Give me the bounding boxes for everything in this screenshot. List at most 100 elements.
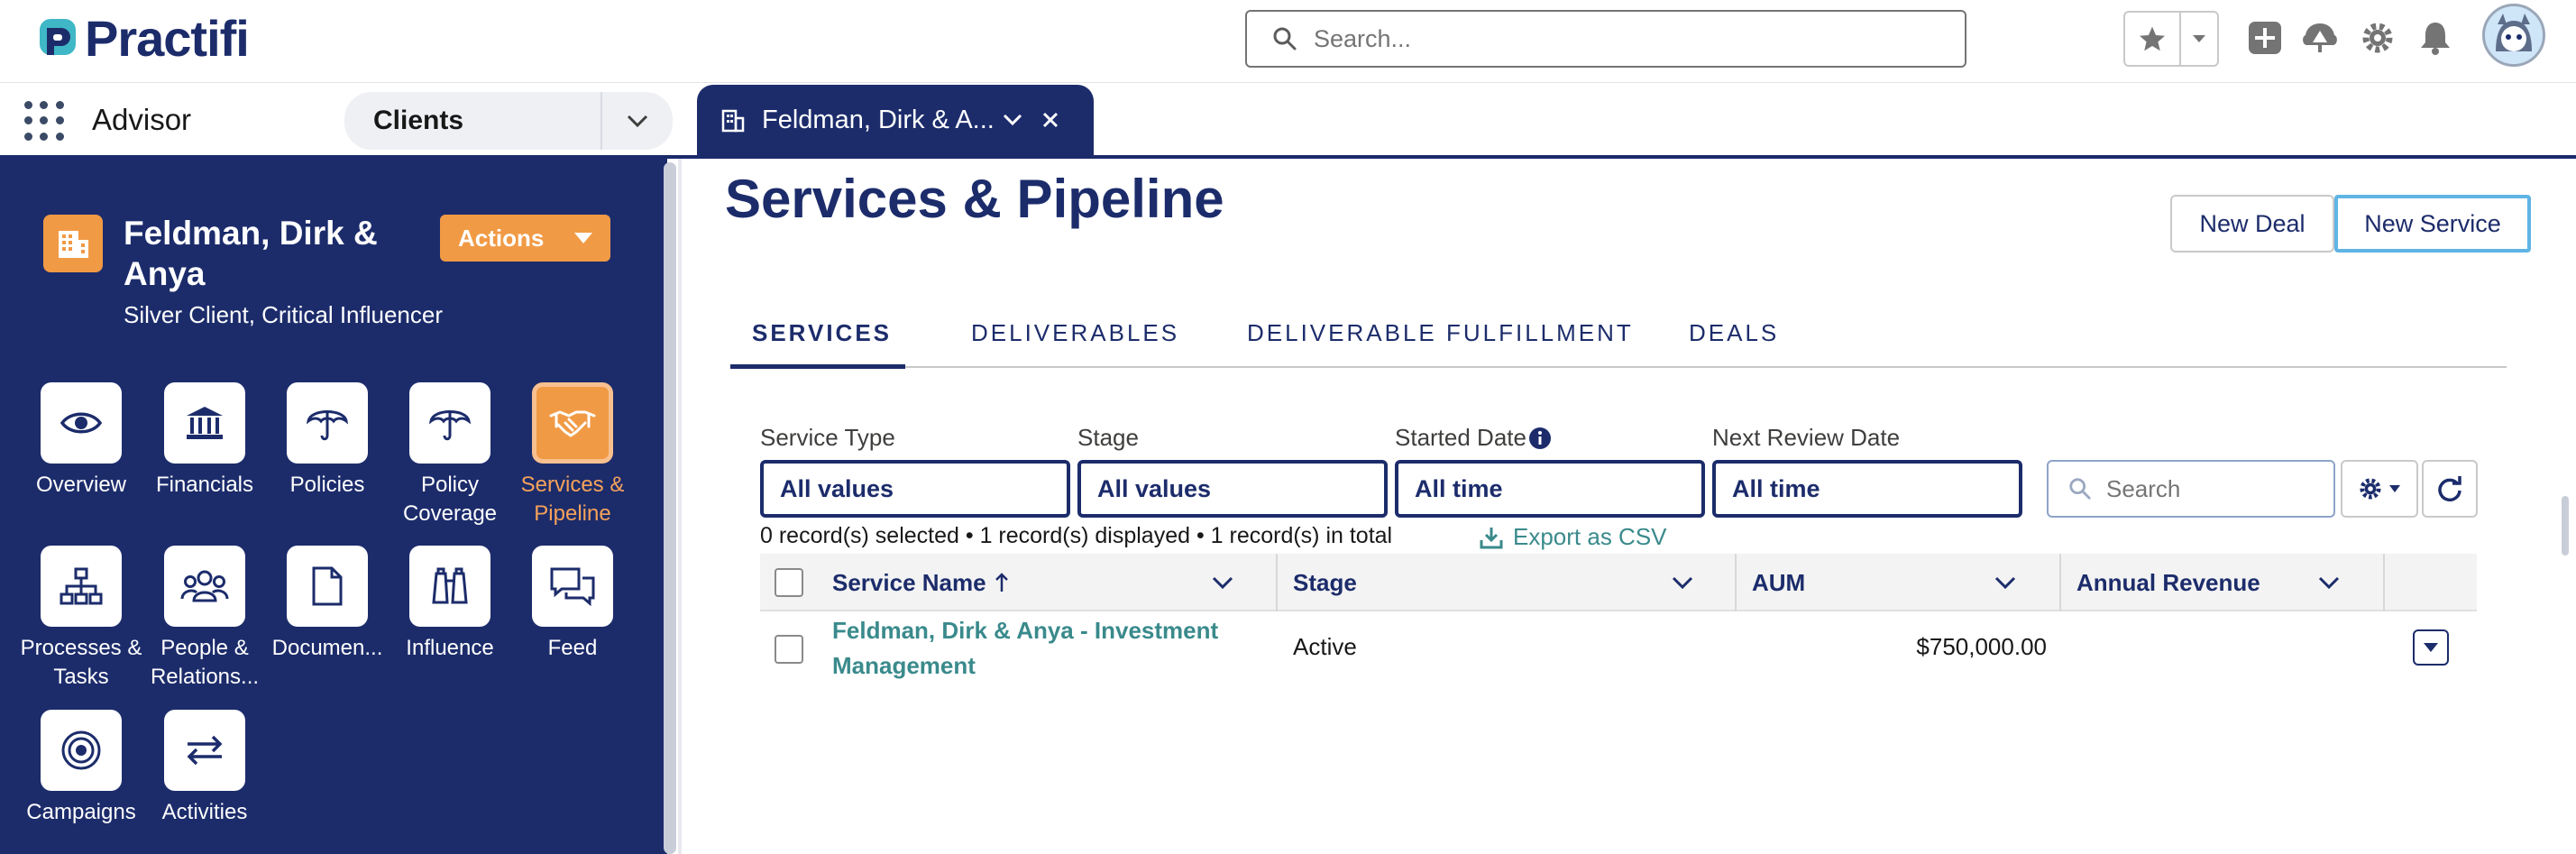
sidebar-item-label: Documen... bbox=[271, 636, 383, 660]
umbrella-icon bbox=[409, 382, 490, 464]
tab-deliverables[interactable]: DELIVERABLES bbox=[971, 319, 1179, 347]
page-title: Services & Pipeline bbox=[725, 169, 1224, 229]
chat-icon bbox=[532, 546, 613, 627]
chevron-down-icon bbox=[1212, 576, 1233, 590]
column-menu-annual-revenue[interactable] bbox=[2317, 554, 2341, 611]
column-divider[interactable] bbox=[1735, 554, 1737, 611]
favorites-group bbox=[2123, 11, 2219, 67]
column-menu-service-name[interactable] bbox=[1211, 554, 1234, 611]
filter-label-service-type: Service Type bbox=[760, 424, 895, 451]
column-menu-aum[interactable] bbox=[1994, 554, 2017, 611]
tab-deals[interactable]: DEALS bbox=[1689, 319, 1779, 347]
logo-mark-icon bbox=[38, 15, 83, 62]
filter-started-date[interactable]: All time bbox=[1395, 460, 1705, 518]
column-menu-stage[interactable] bbox=[1671, 554, 1694, 611]
sidebar-item-label: Overview bbox=[35, 473, 127, 497]
global-search-box[interactable] bbox=[1245, 10, 1966, 68]
filter-next-review-date[interactable]: All time bbox=[1712, 460, 2022, 518]
tab-label: DEALS bbox=[1689, 319, 1780, 346]
arrows-icon bbox=[164, 710, 245, 791]
download-icon bbox=[1480, 527, 1503, 548]
refresh-button[interactable] bbox=[2422, 460, 2478, 518]
plus-icon bbox=[2249, 22, 2281, 54]
sidebar-item-services-pipeline[interactable]: Services & Pipeline bbox=[509, 382, 636, 528]
tab-deliverable-fulfillment[interactable]: DELIVERABLE FULFILLMENT bbox=[1247, 319, 1634, 347]
row-actions-button[interactable] bbox=[2413, 629, 2449, 666]
sidebar-item-financials[interactable]: Financials bbox=[142, 382, 268, 500]
trailhead-button[interactable] bbox=[2298, 16, 2342, 60]
chevron-down-icon bbox=[627, 115, 648, 128]
table-search-input[interactable] bbox=[2106, 474, 2323, 503]
app-name: Advisor bbox=[92, 103, 192, 136]
filter-service-type[interactable]: All values bbox=[760, 460, 1070, 518]
sidebar-item-label: Campaigns bbox=[26, 800, 136, 824]
sidebar-item-processes-tasks[interactable]: Processes & Tasks bbox=[18, 546, 144, 692]
table-search-box[interactable] bbox=[2047, 460, 2335, 518]
sidebar-item-influence[interactable]: Influence bbox=[387, 546, 513, 663]
sidebar-item-overview[interactable]: Overview bbox=[18, 382, 144, 500]
gear-icon bbox=[2362, 23, 2393, 53]
app-launcher-icon[interactable] bbox=[24, 101, 64, 141]
user-avatar-icon bbox=[2485, 6, 2543, 64]
tab-clients[interactable]: Clients bbox=[344, 92, 673, 150]
tab-services[interactable]: SERVICES bbox=[752, 319, 892, 347]
sidebar-item-people-relationships[interactable]: People & Relations... bbox=[142, 546, 268, 692]
caret-down-icon bbox=[2424, 643, 2438, 652]
service-name-link[interactable]: Feldman, Dirk & Anya - Investment Manage… bbox=[832, 613, 1283, 684]
filter-label-stage: Stage bbox=[1077, 424, 1139, 451]
actions-label: Actions bbox=[458, 224, 545, 252]
tab-record-feldman[interactable]: Feldman, Dirk & A... bbox=[697, 85, 1094, 155]
sidebar-item-campaigns[interactable]: Campaigns bbox=[18, 710, 144, 827]
favorites-button[interactable] bbox=[2125, 13, 2181, 65]
table-row: Feldman, Dirk & Anya - Investment Manage… bbox=[760, 611, 2477, 685]
new-service-button[interactable]: New Service bbox=[2334, 195, 2531, 253]
filter-label-text: Started Date bbox=[1395, 424, 1526, 451]
tab-options-button[interactable] bbox=[1002, 113, 1023, 127]
tab-label: DELIVERABLE FULFILLMENT bbox=[1247, 319, 1634, 346]
column-divider[interactable] bbox=[2059, 554, 2061, 611]
row-checkbox[interactable] bbox=[775, 635, 803, 664]
clients-menu-button[interactable] bbox=[600, 92, 673, 150]
building-icon bbox=[721, 109, 745, 133]
column-label: Annual Revenue bbox=[2076, 568, 2260, 596]
new-deal-button[interactable]: New Deal bbox=[2170, 195, 2334, 253]
export-csv-link[interactable]: Export as CSV bbox=[1479, 523, 1667, 551]
setup-button[interactable] bbox=[2356, 16, 2399, 60]
table-header: Service Name Stage AUM Annual Revenue bbox=[760, 554, 2477, 611]
column-label: Service Name bbox=[832, 568, 986, 596]
filter-stage[interactable]: All values bbox=[1077, 460, 1388, 518]
target-icon bbox=[41, 710, 122, 791]
table-settings-button[interactable] bbox=[2341, 460, 2418, 518]
sidebar-item-policy-coverage[interactable]: Policy Coverage bbox=[387, 382, 513, 528]
favorites-menu-button[interactable] bbox=[2181, 13, 2217, 65]
column-header-stage[interactable]: Stage bbox=[1293, 554, 1357, 611]
sidebar-item-label: Feed bbox=[547, 636, 598, 660]
aum-cell: $750,000.00 bbox=[1916, 633, 2047, 660]
record-tab-label: Feldman, Dirk & A... bbox=[762, 105, 995, 134]
info-icon[interactable] bbox=[1528, 427, 1552, 450]
bell-icon bbox=[2421, 23, 2450, 55]
actions-button[interactable]: Actions bbox=[440, 215, 610, 262]
column-header-aum[interactable]: AUM bbox=[1752, 554, 1805, 611]
select-all-checkbox[interactable] bbox=[775, 554, 803, 611]
global-search-input[interactable] bbox=[1314, 24, 1900, 53]
page-scrollbar[interactable] bbox=[2562, 496, 2569, 556]
sidebar-item-feed[interactable]: Feed bbox=[509, 546, 636, 663]
column-header-service-name[interactable]: Service Name bbox=[832, 554, 1211, 611]
close-tab-button[interactable] bbox=[1041, 111, 1059, 129]
notifications-button[interactable] bbox=[2414, 16, 2457, 60]
sidebar-item-policies[interactable]: Policies bbox=[264, 382, 390, 500]
account-building-icon bbox=[43, 215, 103, 272]
chevron-down-icon bbox=[2193, 35, 2205, 42]
sidebar-scrollbar[interactable] bbox=[664, 162, 676, 854]
column-divider[interactable] bbox=[1276, 554, 1278, 611]
column-header-annual-revenue[interactable]: Annual Revenue bbox=[2076, 554, 2260, 611]
sort-ascending-icon bbox=[995, 573, 1008, 592]
sidebar-item-activities[interactable]: Activities bbox=[142, 710, 268, 827]
sidebar-item-documents[interactable]: Documen... bbox=[264, 546, 390, 663]
avatar[interactable] bbox=[2482, 4, 2545, 67]
record-summary: 0 record(s) selected • 1 record(s) displ… bbox=[760, 523, 1393, 548]
hierarchy-icon bbox=[41, 546, 122, 627]
global-actions-button[interactable] bbox=[2243, 16, 2287, 60]
practifi-logo[interactable]: Practifi bbox=[38, 11, 250, 67]
